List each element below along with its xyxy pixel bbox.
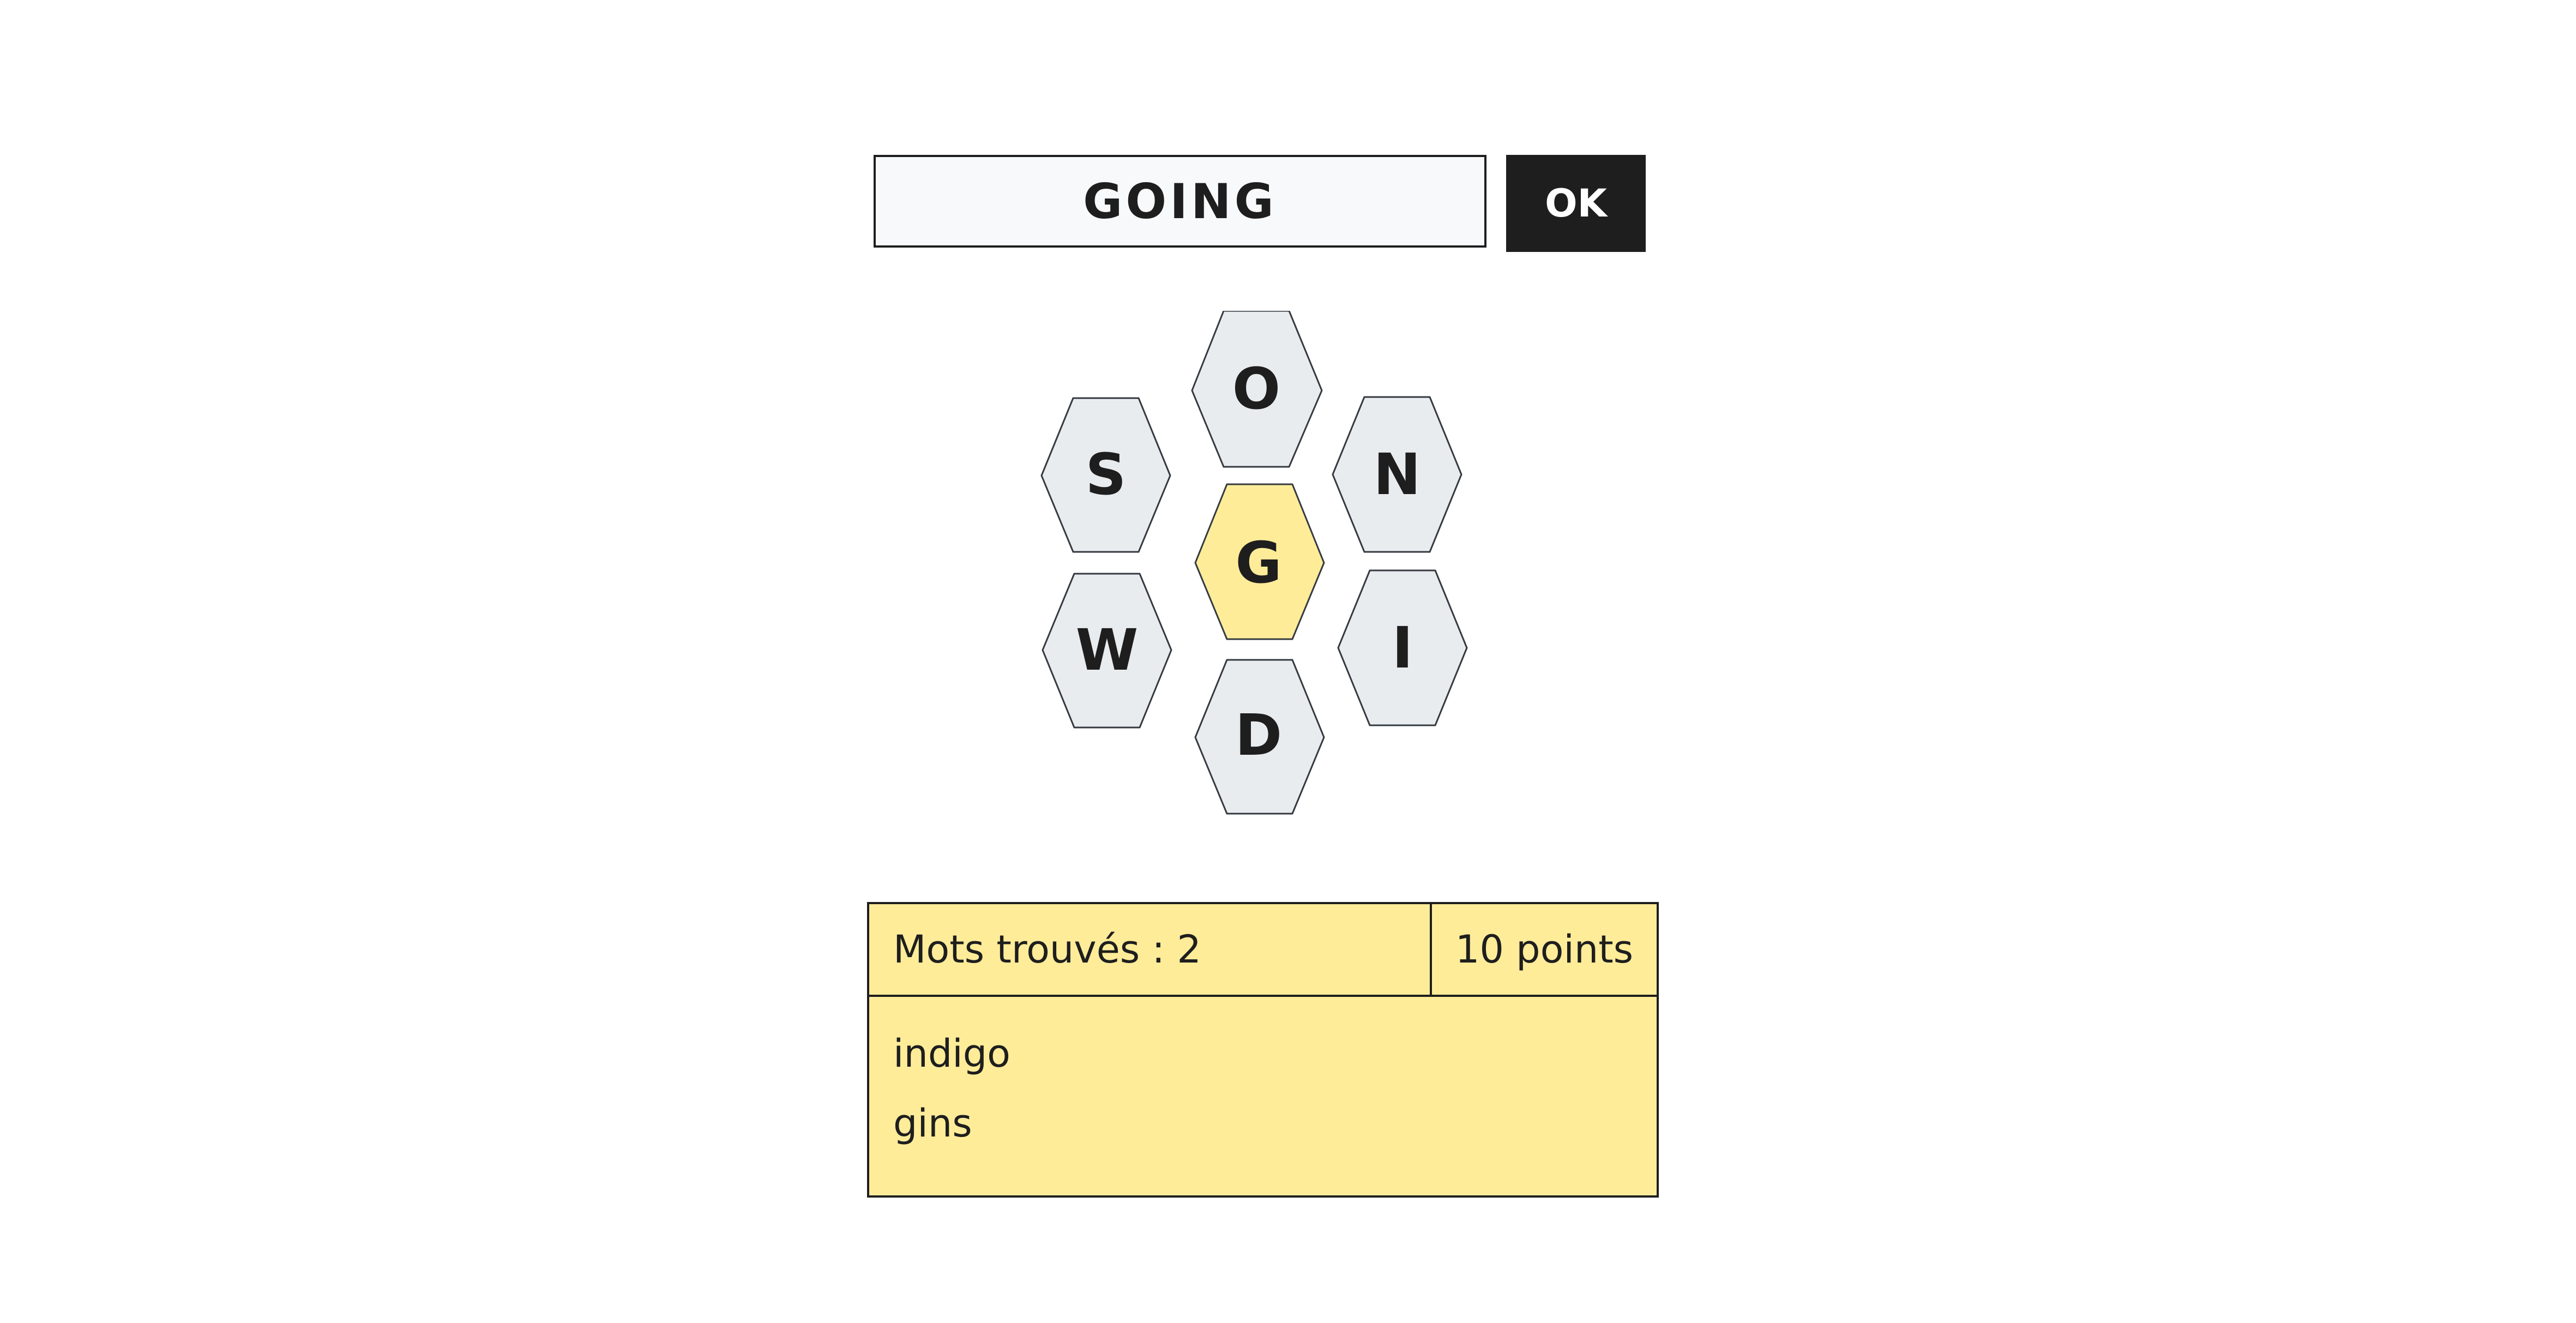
found-word-item: indigo [893,1031,1010,1076]
hex-center-text: G [1235,530,1281,596]
hex-center-letter[interactable]: G [1194,483,1325,640]
letter-hive: G O N I D W S [998,311,1505,823]
found-word-list: indigo gins [893,1019,1010,1158]
found-word-item: gins [893,1101,972,1146]
found-words-header: Mots trouvés : 2 10 points [869,904,1657,997]
hex-outer-text-3: I [1392,615,1413,681]
score-label: 10 points [1455,927,1634,972]
hex-outer-letter-6[interactable]: S [1040,397,1171,553]
hex-outer-text-2: N [1373,441,1421,508]
hex-outer-text-6: S [1086,441,1127,508]
word-input[interactable]: GOING [874,155,1486,248]
hex-outer-letter-2[interactable]: N [1332,396,1462,553]
hex-outer-letter-3[interactable]: I [1337,569,1468,726]
found-words-panel: Mots trouvés : 2 10 points indigo gins [867,902,1659,1198]
hex-outer-text-1: O [1232,356,1280,422]
hex-outer-letter-1[interactable]: O [1191,311,1323,468]
hex-outer-text-5: W [1076,617,1139,683]
hex-outer-letter-5[interactable]: W [1042,573,1172,729]
hive-canvas: G O N I D W S [1040,311,1468,815]
ok-button[interactable]: OK [1506,155,1646,252]
found-words-count: Mots trouvés : 2 [893,927,1201,972]
hex-outer-text-4: D [1235,702,1282,768]
hex-outer-letter-4[interactable]: D [1194,659,1325,815]
